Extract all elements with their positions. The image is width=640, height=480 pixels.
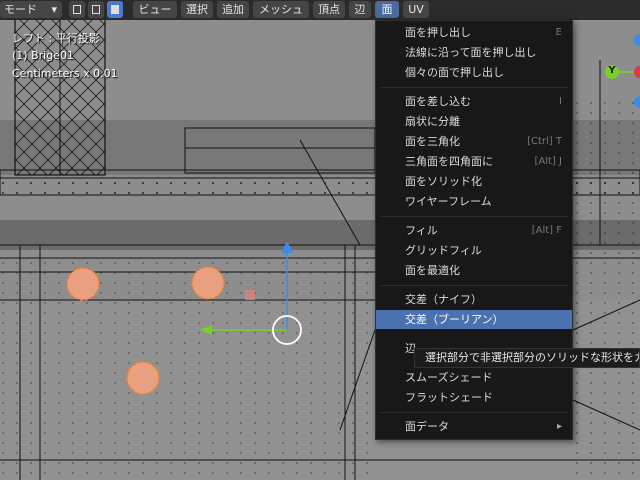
menu-add[interactable]: 追加 — [217, 1, 249, 18]
menu-item-triangulate[interactable]: 面を三角化 [Ctrl] T — [376, 132, 572, 151]
menu-item-extrude-individual[interactable]: 個々の面で押し出し — [376, 63, 572, 82]
menu-item-shade-flat[interactable]: フラットシェード — [376, 388, 572, 407]
menu-select[interactable]: 選択 — [181, 1, 213, 18]
truss-tower — [14, 0, 106, 176]
menu-item-wireframe[interactable]: ワイヤーフレーム — [376, 192, 572, 211]
viewport-header: モード ▾ ビュー 選択 追加 メッシュ 頂点 辺 面 UV — [0, 0, 640, 20]
menu-mesh[interactable]: メッシュ — [253, 1, 309, 18]
object-name-text: (1) Brige01 — [12, 49, 74, 62]
vertex-select-icon[interactable] — [69, 1, 85, 18]
face-menu: 面を押し出し E 法線に沿って面を押し出し 個々の面で押し出し 面を差し込む I 扇… — [375, 20, 573, 440]
tooltip: 選択部分で非選択部分のソリッドな形状をカ — [414, 348, 640, 368]
menu-separator — [380, 216, 568, 217]
menu-item-solidify[interactable]: 面をソリッド化 — [376, 172, 572, 191]
chevron-down-icon: ▾ — [51, 3, 57, 16]
menu-vertex[interactable]: 頂点 — [313, 1, 345, 18]
mode-dropdown[interactable]: モード ▾ — [0, 1, 62, 18]
menu-item-extrude-along-normals[interactable]: 法線に沿って面を押し出し — [376, 43, 572, 62]
menu-uv[interactable]: UV — [403, 1, 429, 18]
menu-separator — [380, 412, 568, 413]
menu-item-intersect-boolean[interactable]: 交差（ブーリアン） — [376, 310, 572, 329]
view-name-text: レフト : 平行投影 — [12, 32, 100, 45]
menu-item-shade-smooth[interactable]: スムーズシェード — [376, 368, 572, 387]
menu-face[interactable]: 面 — [375, 1, 399, 18]
edge-select-icon[interactable] — [88, 1, 104, 18]
menu-item-extrude-faces[interactable]: 面を押し出し E — [376, 23, 572, 42]
face-select-icon[interactable] — [107, 1, 123, 18]
menu-view[interactable]: ビュー — [133, 1, 177, 18]
y-axis-label: Y — [608, 65, 616, 76]
selected-face-dot — [245, 290, 255, 300]
menu-item-beautify[interactable]: 面を最適化 — [376, 261, 572, 280]
submenu-arrow-icon: ▸ — [556, 421, 562, 432]
menu-item-tris-to-quads[interactable]: 三角面を四角面に [Alt] J — [376, 152, 572, 171]
menu-item-poke-faces[interactable]: 扇状に分離 — [376, 112, 572, 131]
menu-separator — [380, 87, 568, 88]
menu-edge[interactable]: 辺 — [349, 1, 371, 18]
menu-item-face-data[interactable]: 面データ ▸ — [376, 417, 572, 436]
grid-scale-text: Centimeters x 0.01 — [12, 67, 118, 80]
menu-item-fill[interactable]: フィル [Alt] F — [376, 221, 572, 240]
menu-item-inset-faces[interactable]: 面を差し込む I — [376, 92, 572, 111]
menu-separator — [380, 285, 568, 286]
menu-item-intersect-knife[interactable]: 交差（ナイフ） — [376, 290, 572, 309]
menu-item-grid-fill[interactable]: グリッドフィル — [376, 241, 572, 260]
